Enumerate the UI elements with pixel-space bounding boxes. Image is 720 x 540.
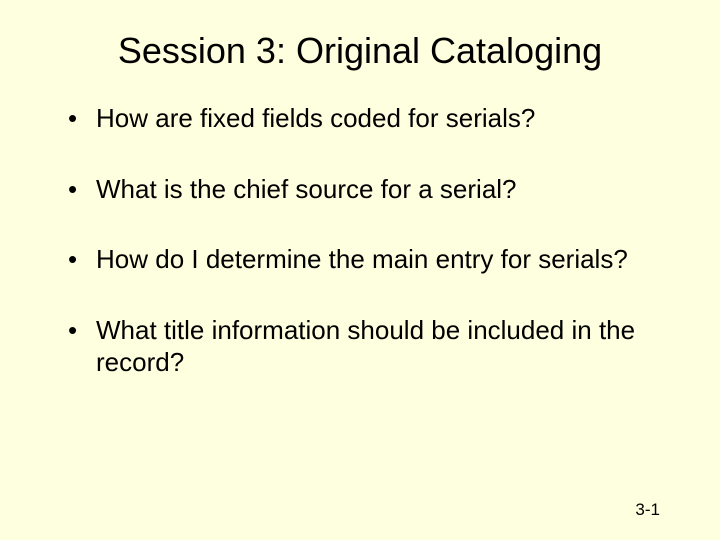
list-item: What title information should be include… bbox=[68, 314, 670, 379]
list-item: How are fixed fields coded for serials? bbox=[68, 102, 670, 135]
bullet-list: How are fixed fields coded for serials? … bbox=[0, 102, 720, 379]
list-item: How do I determine the main entry for se… bbox=[68, 243, 670, 276]
list-item: What is the chief source for a serial? bbox=[68, 173, 670, 206]
slide-number: 3-1 bbox=[635, 500, 660, 520]
slide-title: Session 3: Original Cataloging bbox=[0, 0, 720, 102]
